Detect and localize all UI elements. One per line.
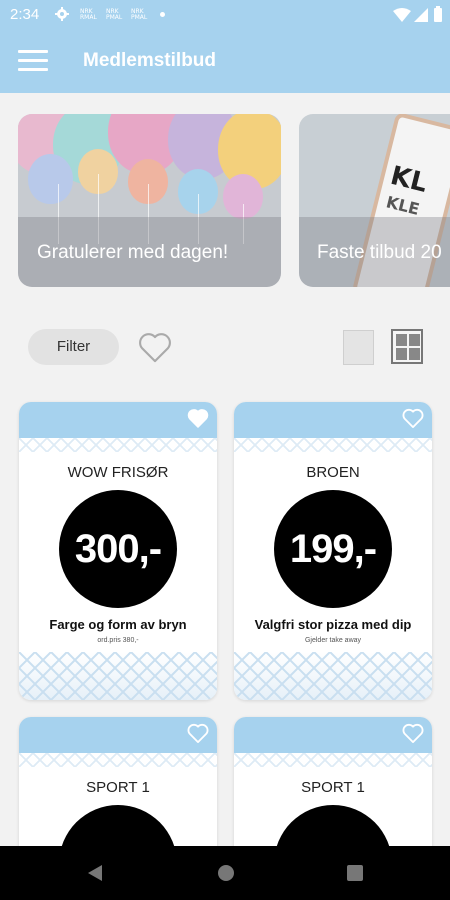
system-nav-bar xyxy=(0,846,450,900)
screen: 2:34 NRK RMAL NRK PMAL NRK PMAL Medlemst… xyxy=(0,0,450,900)
banner-fixed-offers[interactable]: KL KLE Faste tilbud 20 xyxy=(299,114,450,287)
page-title: Medlemstilbud xyxy=(83,50,217,71)
offer-note: ord.pris 380,- xyxy=(97,637,139,644)
offer-note: Gjelder take away xyxy=(304,637,362,644)
favorite-heart-icon[interactable] xyxy=(402,723,424,743)
cellular-signal-icon xyxy=(414,8,428,22)
banner-caption: Gratulerer med dagen! xyxy=(37,242,229,263)
home-circle-icon[interactable] xyxy=(216,863,236,883)
more-notifications-dot xyxy=(160,12,165,17)
offer-partner-name: BROEN xyxy=(306,464,360,481)
offer-description: Farge og form av bryn xyxy=(49,617,187,632)
filter-button[interactable]: Filter xyxy=(28,329,119,365)
grid-view-icon[interactable] xyxy=(391,329,423,364)
offer-card[interactable]: BROEN 199,- Valgfri stor pizza med dip G… xyxy=(234,402,432,700)
hamburger-menu-icon[interactable] xyxy=(18,50,48,72)
offer-partner-name: WOW FRISØR xyxy=(67,464,169,481)
favorite-heart-icon[interactable] xyxy=(187,723,209,743)
back-triangle-icon[interactable] xyxy=(86,863,104,883)
notification-icon: NRK PMAL xyxy=(106,8,123,21)
offer-card[interactable]: WOW FRISØR 300,- Farge og form av bryn o… xyxy=(19,402,217,700)
offer-description: Valgfri stor pizza med dip xyxy=(254,617,412,632)
top-bar: 2:34 NRK RMAL NRK PMAL NRK PMAL Medlemst… xyxy=(0,0,450,93)
wifi-icon xyxy=(393,8,411,22)
favorite-heart-icon[interactable] xyxy=(402,408,424,428)
banner-caption: Faste tilbud 20 xyxy=(317,242,442,263)
battery-icon xyxy=(434,6,442,22)
single-view-icon[interactable] xyxy=(343,330,374,365)
notification-icon: NRK RMAL xyxy=(80,8,97,21)
settings-gear-icon xyxy=(55,7,69,21)
heart-outline-icon[interactable] xyxy=(138,331,172,363)
banner-birthday[interactable]: Gratulerer med dagen! xyxy=(18,114,281,287)
offer-price: 199,- xyxy=(274,490,392,608)
offer-partner-name: SPORT 1 xyxy=(86,779,150,796)
notification-icon: NRK PMAL xyxy=(131,8,148,21)
favorite-heart-icon[interactable] xyxy=(187,408,209,428)
offer-price: 300,- xyxy=(59,490,177,608)
offer-partner-name: SPORT 1 xyxy=(301,779,365,796)
recents-square-icon[interactable] xyxy=(346,863,364,883)
status-time: 2:34 xyxy=(10,6,40,23)
status-bar: 2:34 NRK RMAL NRK PMAL NRK PMAL xyxy=(0,0,450,30)
